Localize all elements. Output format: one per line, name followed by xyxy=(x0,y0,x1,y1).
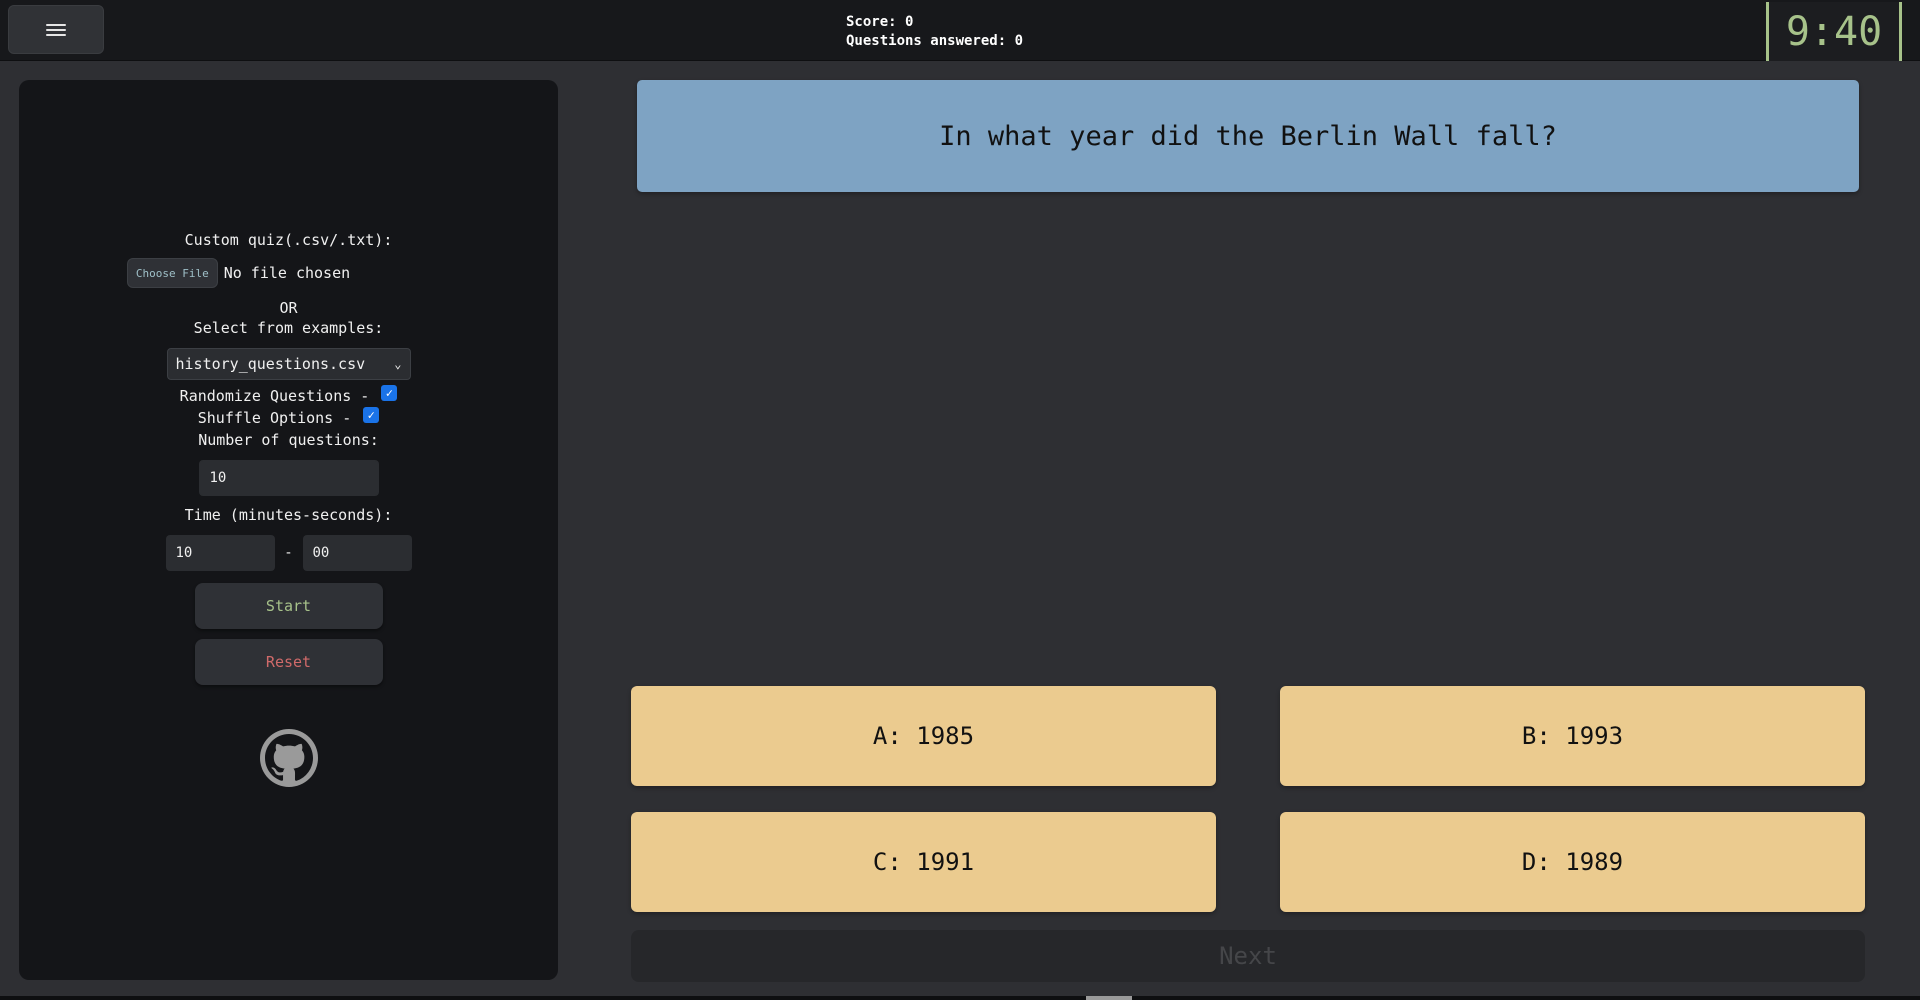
shuffle-checkbox[interactable]: ✓ xyxy=(363,407,380,423)
next-button[interactable]: Next xyxy=(631,930,1865,982)
file-status-text: No file chosen xyxy=(223,264,351,282)
examples-select[interactable]: history_questions.csv ⌄ xyxy=(166,348,411,380)
num-questions-label: Number of questions: xyxy=(198,431,379,449)
start-button[interactable]: Start xyxy=(194,583,383,629)
score-text: Score: 0 xyxy=(846,14,914,30)
option-b-button[interactable]: B: 1993 xyxy=(1280,686,1865,786)
time-separator: - xyxy=(284,545,293,561)
score-panel: Score: 0 Questions answered: 0 xyxy=(846,13,1023,51)
file-picker: Choose File No file chosen xyxy=(126,258,351,288)
examples-select-value: history_questions.csv xyxy=(175,355,366,373)
hamburger-icon xyxy=(46,23,66,37)
shuffle-row: Shuffle Options - ✓ xyxy=(197,407,380,428)
num-questions-input[interactable]: 10 xyxy=(198,460,379,496)
settings-sidebar: Custom quiz(.csv/.txt): Choose File No f… xyxy=(19,80,558,980)
custom-quiz-label: Custom quiz(.csv/.txt): xyxy=(184,231,393,249)
question-text: In what year did the Berlin Wall fall? xyxy=(637,80,1859,192)
time-inputs: 10 - 00 xyxy=(165,535,412,571)
or-label: OR xyxy=(279,299,298,317)
top-bar: Score: 0 Questions answered: 0 9:40 xyxy=(0,0,1920,61)
randomize-checkbox[interactable]: ✓ xyxy=(381,385,398,401)
shuffle-label: Shuffle Options - xyxy=(197,409,352,427)
scrollbar-thumb[interactable] xyxy=(1086,996,1132,1000)
option-a-button[interactable]: A: 1985 xyxy=(631,686,1216,786)
time-label: Time (minutes-seconds): xyxy=(184,506,393,524)
time-minutes-input[interactable]: 10 xyxy=(165,535,275,571)
randomize-label: Randomize Questions - xyxy=(179,387,370,405)
time-seconds-input[interactable]: 00 xyxy=(302,535,412,571)
option-c-button[interactable]: C: 1991 xyxy=(631,812,1216,912)
chevron-down-icon: ⌄ xyxy=(394,357,402,371)
choose-file-button[interactable]: Choose File xyxy=(126,258,218,288)
option-d-button[interactable]: D: 1989 xyxy=(1280,812,1865,912)
menu-button[interactable] xyxy=(8,5,104,54)
bottom-scrollbar xyxy=(0,996,1920,1000)
countdown-timer: 9:40 xyxy=(1766,2,1902,61)
reset-button[interactable]: Reset xyxy=(194,639,383,685)
randomize-row: Randomize Questions - ✓ xyxy=(179,385,398,406)
select-examples-label: Select from examples: xyxy=(193,319,384,337)
questions-answered-text: Questions answered: 0 xyxy=(846,33,1024,49)
github-icon[interactable] xyxy=(259,729,318,787)
